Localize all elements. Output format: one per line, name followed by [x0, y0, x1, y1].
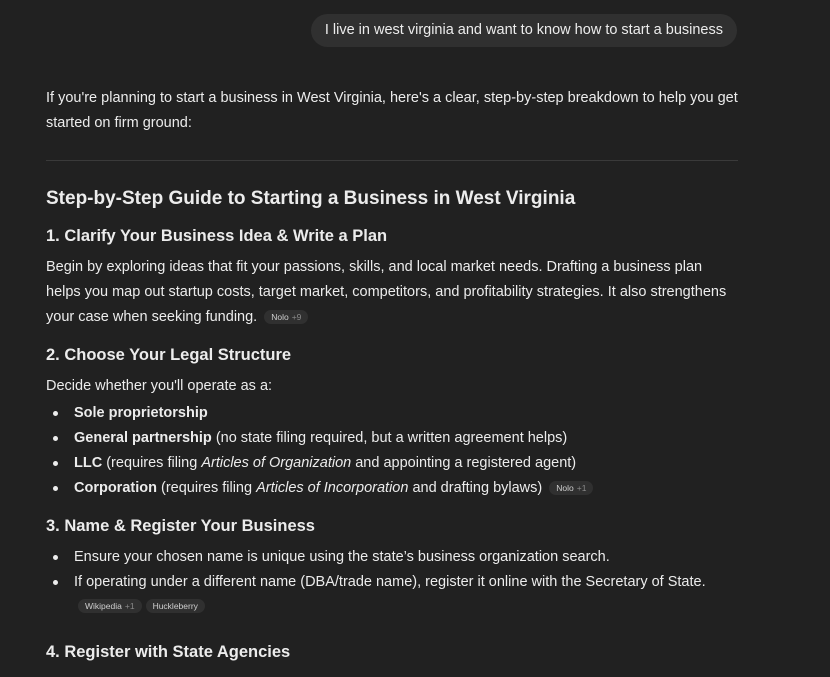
- section-body: Begin by exploring ideas that fit your p…: [46, 259, 727, 325]
- section-heading: 3. Name & Register Your Business: [46, 517, 315, 535]
- assistant-reply: If you're planning to start a business i…: [46, 86, 738, 677]
- list-item: Sole proprietorship: [53, 401, 738, 426]
- divider: [46, 160, 738, 161]
- list-item: General partnership (no state filing req…: [53, 426, 738, 451]
- section-lead: Decide whether you'll operate as a:: [46, 378, 273, 394]
- source-pill-wikipedia[interactable]: Wikipedia +1: [78, 599, 142, 613]
- source-pill-row: Wikipedia +1 Huckleberry: [46, 597, 738, 615]
- section-4: 4. Register with State Agencies: [46, 641, 738, 663]
- source-pill-nolo[interactable]: Nolo +9: [264, 310, 309, 324]
- section-2: 2. Choose Your Legal Structure Decide wh…: [46, 344, 738, 501]
- source-pill-huckleberry[interactable]: Huckleberry: [145, 599, 205, 613]
- reply-intro: If you're planning to start a business i…: [46, 90, 738, 131]
- register-list: Ensure your chosen name is unique using …: [46, 545, 738, 595]
- list-item: If operating under a different name (DBA…: [53, 570, 738, 595]
- list-item: Corporation (requires filing Articles of…: [53, 476, 738, 501]
- list-item: Ensure your chosen name is unique using …: [53, 545, 738, 570]
- section-1: 1. Clarify Your Business Idea & Write a …: [46, 225, 738, 330]
- guide-title: Step-by-Step Guide to Starting a Busines…: [46, 188, 576, 209]
- section-heading: 1. Clarify Your Business Idea & Write a …: [46, 227, 388, 245]
- user-message-bubble: I live in west virginia and want to know…: [310, 14, 737, 47]
- source-pill-nolo[interactable]: Nolo +1: [549, 481, 594, 495]
- user-message-row: I live in west virginia and want to know…: [310, 14, 737, 47]
- section-3: 3. Name & Register Your Business Ensure …: [46, 515, 738, 615]
- list-item: LLC (requires filing Articles of Organiz…: [53, 451, 738, 476]
- section-heading: 4. Register with State Agencies: [46, 643, 291, 661]
- section-heading: 2. Choose Your Legal Structure: [46, 346, 292, 364]
- structure-list: Sole proprietorship General partnership …: [46, 401, 738, 501]
